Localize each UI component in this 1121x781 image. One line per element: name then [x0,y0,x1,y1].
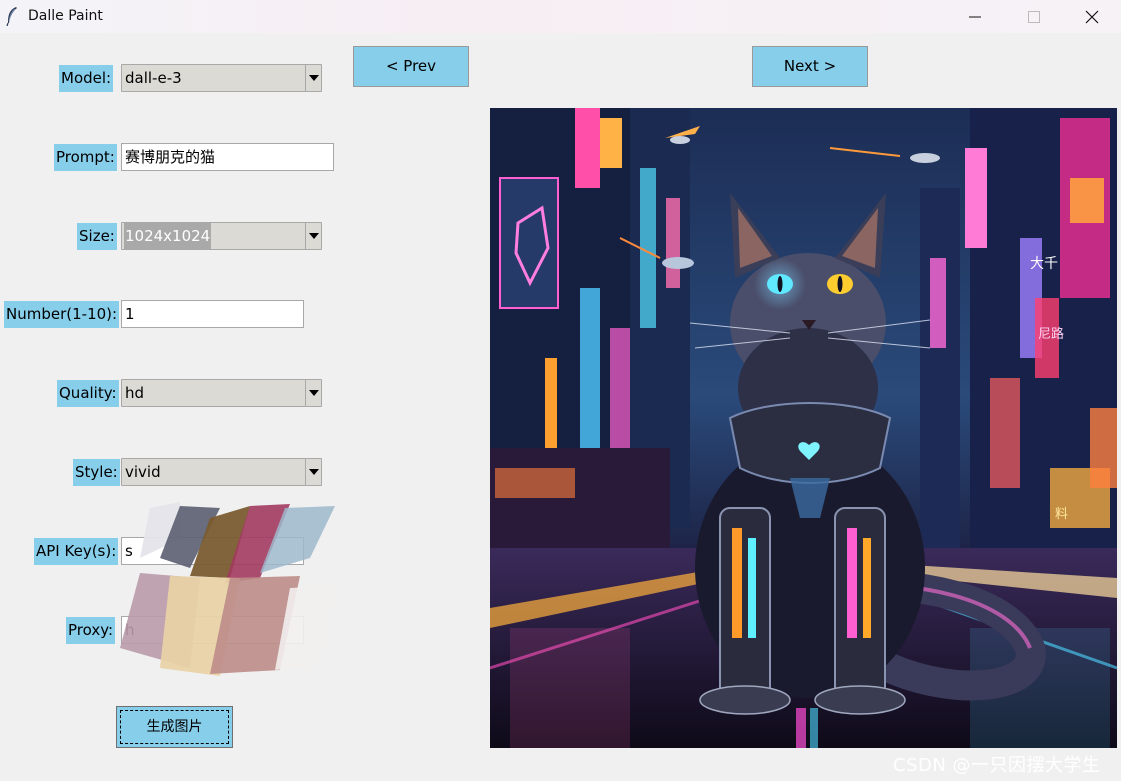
chevron-down-icon[interactable] [305,65,321,91]
prompt-value: 赛博朋克的猫 [125,148,216,166]
style-value: vivid [125,463,161,481]
maximize-button[interactable] [1005,0,1063,33]
maximize-icon [1028,11,1040,23]
number-input[interactable]: 1 [121,300,304,328]
size-value: 1024x1024 [124,223,212,249]
prompt-label: Prompt: [54,144,117,171]
number-value: 1 [125,305,135,323]
neon-sign-text: 尼路 [1038,326,1064,342]
feather-icon [6,7,17,26]
model-combobox[interactable]: dall-e-3 [121,64,322,92]
cyberpunk-cat-image: 大千 尼路 料 [490,108,1117,748]
neon-sign-text: 料 [1055,507,1068,522]
chevron-down-icon[interactable] [305,380,321,406]
api-key-label: API Key(s): [34,538,119,565]
generated-image: 大千 尼路 料 [490,108,1117,748]
number-label: Number(1-10): [4,301,120,328]
generate-label: 生成图片 [146,719,203,735]
neon-sign-text: 大千 [1030,256,1058,272]
prompt-input[interactable]: 赛博朋克的猫 [121,143,334,171]
minimize-button[interactable] [946,0,1004,33]
watermark-text: CSDN @一只因摆大学生 [893,755,1101,776]
proxy-label: Proxy: [66,617,116,644]
quality-combobox[interactable]: hd [121,379,322,407]
quality-label: Quality: [57,380,119,407]
close-button[interactable] [1063,0,1121,33]
minimize-icon [969,16,981,18]
quality-value: hd [125,384,145,402]
generate-button[interactable]: 生成图片 [116,706,233,748]
redaction-brush-strokes [120,502,335,676]
title-bar[interactable]: Dalle Paint [0,0,1121,33]
next-button[interactable]: Next > [752,46,868,87]
style-label: Style: [73,459,120,486]
chevron-down-icon[interactable] [305,459,321,485]
prev-button[interactable]: < Prev [353,46,469,87]
size-label: Size: [77,223,117,250]
window-title: Dalle Paint [28,8,103,24]
close-icon [1085,10,1099,24]
style-combobox[interactable]: vivid [121,458,322,486]
size-combobox[interactable]: 1024x1024 [121,222,322,250]
chevron-down-icon[interactable] [305,223,321,249]
app-window: Dalle Paint Model: dall-e-3 Prompt: 赛博朋克… [0,0,1121,781]
model-label: Model: [59,65,114,92]
model-value: dall-e-3 [125,69,182,87]
